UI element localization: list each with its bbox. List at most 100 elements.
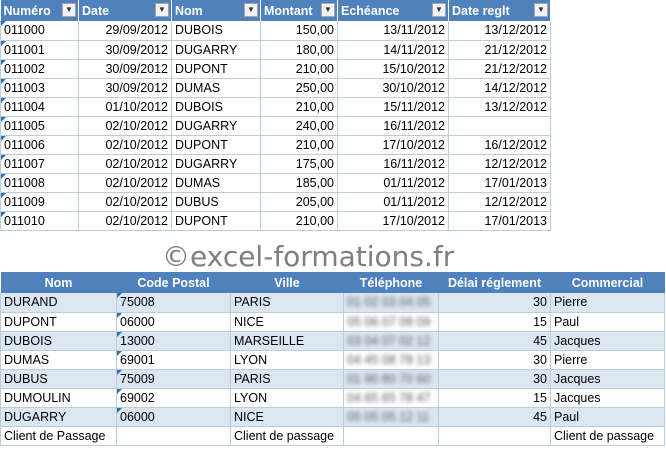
- commercial-cell[interactable]: Paul: [550, 312, 665, 332]
- ville-cell[interactable]: Client de passage: [230, 426, 344, 446]
- montant-cell[interactable]: 150,00: [260, 21, 338, 41]
- nom-cell[interactable]: DUGARRY: [171, 116, 261, 136]
- date-reglt-cell[interactable]: 17/01/2013: [448, 211, 551, 231]
- nom-cell[interactable]: DUBUS: [171, 192, 261, 212]
- filter-dropdown-icon[interactable]: ▼: [432, 3, 446, 17]
- numero-cell[interactable]: 011006: [0, 135, 79, 155]
- filter-dropdown-icon[interactable]: ▼: [321, 3, 335, 17]
- delai-cell[interactable]: 15: [438, 312, 551, 332]
- nom-cell[interactable]: DUMAS: [171, 78, 261, 98]
- nom-cell[interactable]: DUPONT: [171, 59, 261, 79]
- code-postal-cell[interactable]: 06000: [116, 407, 231, 427]
- client-nom-cell[interactable]: DUPONT: [0, 312, 117, 332]
- ville-cell[interactable]: LYON: [230, 388, 344, 408]
- delai-cell[interactable]: [438, 426, 551, 446]
- echeance-cell[interactable]: 17/10/2012: [337, 135, 449, 155]
- nom-cell[interactable]: DUGARRY: [171, 154, 261, 174]
- numero-cell[interactable]: 011005: [0, 116, 79, 136]
- nom-cell[interactable]: DUPONT: [171, 211, 261, 231]
- date-reglt-cell[interactable]: 12/12/2012: [448, 192, 551, 212]
- numero-cell[interactable]: 011010: [0, 211, 79, 231]
- echeance-cell[interactable]: 16/11/2012: [337, 154, 449, 174]
- date-cell[interactable]: 30/09/2012: [78, 78, 172, 98]
- numero-cell[interactable]: 011008: [0, 173, 79, 193]
- echeance-cell[interactable]: 15/11/2012: [337, 97, 449, 117]
- numero-cell[interactable]: 011007: [0, 154, 79, 174]
- code-postal-cell[interactable]: 06000: [116, 312, 231, 332]
- nom-cell[interactable]: DUGARRY: [171, 40, 261, 60]
- montant-cell[interactable]: 205,00: [260, 192, 338, 212]
- montant-cell[interactable]: 180,00: [260, 40, 338, 60]
- montant-cell[interactable]: 175,00: [260, 154, 338, 174]
- ville-cell[interactable]: NICE: [230, 407, 344, 427]
- code-postal-cell[interactable]: 13000: [116, 331, 231, 351]
- commercial-cell[interactable]: Pierre: [550, 350, 665, 370]
- date-reglt-cell[interactable]: 14/12/2012: [448, 78, 551, 98]
- code-postal-cell[interactable]: [116, 426, 231, 446]
- code-postal-cell[interactable]: 75008: [116, 293, 231, 313]
- delai-cell[interactable]: 15: [438, 388, 551, 408]
- commercial-cell[interactable]: Jacques: [550, 388, 665, 408]
- client-nom-cell[interactable]: DURAND: [0, 293, 117, 313]
- montant-cell[interactable]: 250,00: [260, 78, 338, 98]
- montant-cell[interactable]: 210,00: [260, 211, 338, 231]
- commercial-cell[interactable]: Jacques: [550, 369, 665, 389]
- date-reglt-cell[interactable]: 13/12/2012: [448, 97, 551, 117]
- client-nom-cell[interactable]: DUMOULIN: [0, 388, 117, 408]
- date-cell[interactable]: 02/10/2012: [78, 154, 172, 174]
- echeance-cell[interactable]: 15/10/2012: [337, 59, 449, 79]
- delai-cell[interactable]: 45: [438, 331, 551, 351]
- echeance-cell[interactable]: 17/10/2012: [337, 211, 449, 231]
- telephone-cell[interactable]: 03 04 07 02 12: [343, 331, 439, 351]
- echeance-cell[interactable]: 30/10/2012: [337, 78, 449, 98]
- numero-cell[interactable]: 011004: [0, 97, 79, 117]
- date-reglt-cell[interactable]: 13/12/2012: [448, 21, 551, 41]
- code-postal-cell[interactable]: 69001: [116, 350, 231, 370]
- date-cell[interactable]: 02/10/2012: [78, 116, 172, 136]
- echeance-cell[interactable]: 13/11/2012: [337, 21, 449, 41]
- code-postal-cell[interactable]: 69002: [116, 388, 231, 408]
- date-cell[interactable]: 02/10/2012: [78, 192, 172, 212]
- numero-cell[interactable]: 011000: [0, 21, 79, 41]
- echeance-cell[interactable]: 14/11/2012: [337, 40, 449, 60]
- nom-cell[interactable]: DUMAS: [171, 173, 261, 193]
- montant-cell[interactable]: 185,00: [260, 173, 338, 193]
- montant-cell[interactable]: 240,00: [260, 116, 338, 136]
- montant-cell[interactable]: 210,00: [260, 59, 338, 79]
- client-nom-cell[interactable]: DUBUS: [0, 369, 117, 389]
- date-reglt-cell[interactable]: 16/12/2012: [448, 135, 551, 155]
- date-cell[interactable]: 02/10/2012: [78, 135, 172, 155]
- ville-cell[interactable]: PARIS: [230, 293, 344, 313]
- montant-cell[interactable]: 210,00: [260, 135, 338, 155]
- echeance-cell[interactable]: 01/11/2012: [337, 173, 449, 193]
- delai-cell[interactable]: 30: [438, 369, 551, 389]
- delai-cell[interactable]: 30: [438, 350, 551, 370]
- numero-cell[interactable]: 011001: [0, 40, 79, 60]
- montant-cell[interactable]: 210,00: [260, 97, 338, 117]
- date-reglt-cell[interactable]: 12/12/2012: [448, 154, 551, 174]
- telephone-cell[interactable]: 01 90 80 70 60: [343, 369, 439, 389]
- sort-filter-icon[interactable]: ▼: [62, 3, 76, 17]
- filter-dropdown-icon[interactable]: ▼: [534, 3, 548, 17]
- echeance-cell[interactable]: 01/11/2012: [337, 192, 449, 212]
- code-postal-cell[interactable]: 75009: [116, 369, 231, 389]
- client-nom-cell[interactable]: DUGARRY: [0, 407, 117, 427]
- date-cell[interactable]: 01/10/2012: [78, 97, 172, 117]
- telephone-cell[interactable]: [343, 426, 439, 446]
- date-reglt-cell[interactable]: 21/12/2012: [448, 59, 551, 79]
- echeance-cell[interactable]: 16/11/2012: [337, 116, 449, 136]
- nom-cell[interactable]: DUBOIS: [171, 21, 261, 41]
- nom-cell[interactable]: DUBOIS: [171, 97, 261, 117]
- commercial-cell[interactable]: Pierre: [550, 293, 665, 313]
- telephone-cell[interactable]: 04 65 65 78 47: [343, 388, 439, 408]
- date-cell[interactable]: 29/09/2012: [78, 21, 172, 41]
- telephone-cell[interactable]: 05 05 05 12 11: [343, 407, 439, 427]
- filter-dropdown-icon[interactable]: ▼: [244, 3, 258, 17]
- ville-cell[interactable]: NICE: [230, 312, 344, 332]
- date-reglt-cell[interactable]: [448, 116, 551, 136]
- date-cell[interactable]: 02/10/2012: [78, 173, 172, 193]
- date-cell[interactable]: 02/10/2012: [78, 211, 172, 231]
- numero-cell[interactable]: 011003: [0, 78, 79, 98]
- date-cell[interactable]: 30/09/2012: [78, 59, 172, 79]
- ville-cell[interactable]: MARSEILLE: [230, 331, 344, 351]
